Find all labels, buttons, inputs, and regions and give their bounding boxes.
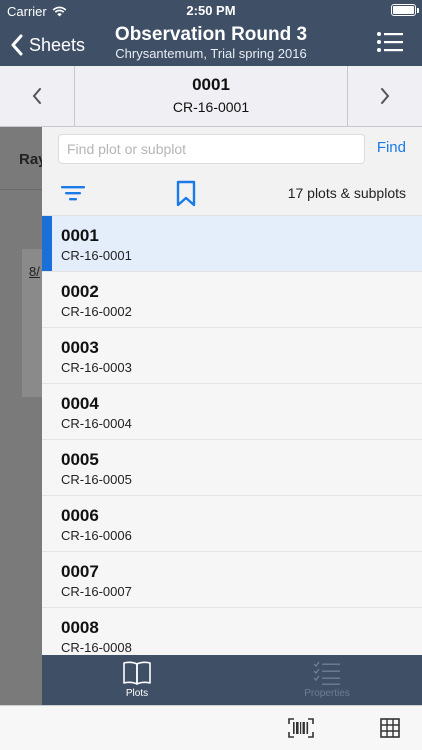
current-plot-number: 0001 xyxy=(192,75,230,94)
plot-navigator: 0001 CR-16-0001 xyxy=(0,66,422,127)
list-item[interactable]: 0004 CR-16-0004 xyxy=(42,384,422,440)
panel-tab-bar: Plots Properties xyxy=(42,655,422,705)
list-item[interactable]: 0002 CR-16-0002 xyxy=(42,272,422,328)
grid-view-button[interactable] xyxy=(380,718,400,738)
checklist-icon xyxy=(313,661,340,685)
list-item[interactable]: 0008 CR-16-0008 xyxy=(42,608,422,655)
barcode-scan-icon xyxy=(288,718,314,738)
current-plot-code: CR-16-0001 xyxy=(172,99,250,115)
plot-list-panel: Find 17 plots & subplots 0001CR-16-00010… xyxy=(42,127,422,705)
previous-plot-button[interactable] xyxy=(0,66,75,126)
battery-icon xyxy=(391,4,419,16)
bookmark-button[interactable] xyxy=(175,180,197,207)
plot-number: 0003 xyxy=(61,338,99,357)
back-button[interactable]: Sheets xyxy=(10,30,85,60)
list-item[interactable]: 0003 CR-16-0003 xyxy=(42,328,422,384)
nav-title-group: Observation Round 3 Chrysantemum, Trial … xyxy=(90,24,332,62)
filter-button[interactable] xyxy=(60,181,86,205)
plot-code: CR-16-0007 xyxy=(61,584,132,599)
book-icon xyxy=(123,661,151,685)
plot-list: 0001 CR-16-0001 0002 CR-16-0002 0003 CR-16-00… xyxy=(42,216,422,655)
bookmark-icon xyxy=(176,180,196,207)
plot-code: CR-16-0008 xyxy=(61,640,132,655)
find-button[interactable]: Find xyxy=(377,139,406,156)
current-plot[interactable]: 0001 CR-16-0001 xyxy=(75,66,347,126)
plot-code: CR-16-0003 xyxy=(61,360,132,375)
plot-number: 0005 xyxy=(61,450,99,469)
plot-number: 0007 xyxy=(61,562,99,581)
status-bar: Carrier 2:50 PM xyxy=(0,0,422,22)
list-menu-icon xyxy=(377,32,403,52)
page-subtitle: Chrysantemum, Trial spring 2016 xyxy=(115,46,307,61)
plot-code: CR-16-0002 xyxy=(61,304,132,319)
list-item[interactable]: 0007 CR-16-0007 xyxy=(42,552,422,608)
tab-plots-label: Plots xyxy=(125,688,149,699)
plot-count-label: 17 plots & subplots xyxy=(287,185,406,201)
list-item[interactable]: 0005 CR-16-0005 xyxy=(42,440,422,496)
filter-icon xyxy=(61,186,85,201)
chevron-left-icon xyxy=(32,88,41,104)
tab-plots-icon-wrap xyxy=(42,660,232,688)
plot-code: CR-16-0005 xyxy=(61,472,132,487)
page-title: Observation Round 3 xyxy=(114,24,308,45)
plot-number: 0006 xyxy=(61,506,99,525)
background-date: 8/ xyxy=(29,264,40,279)
plot-number: 0002 xyxy=(61,282,99,301)
plot-number: 0008 xyxy=(61,618,99,637)
search-bar: Find xyxy=(42,127,422,171)
tab-properties[interactable]: Properties xyxy=(232,655,422,705)
list-item[interactable]: 0006 CR-16-0006 xyxy=(42,496,422,552)
battery-level-fill xyxy=(393,6,414,14)
next-plot-button[interactable] xyxy=(347,66,422,126)
menu-button[interactable] xyxy=(376,30,404,54)
navigation-bar: Carrier 2:50 PM Sheets Observation Round… xyxy=(0,0,422,66)
list-toolbar: 17 plots & subplots xyxy=(42,171,422,216)
list-item[interactable]: 0001 CR-16-0001 xyxy=(42,216,422,272)
tab-properties-label: Properties xyxy=(304,688,350,699)
tab-plots[interactable]: Plots xyxy=(42,655,232,705)
status-time: 2:50 PM xyxy=(186,3,236,18)
plot-code: CR-16-0001 xyxy=(61,248,132,263)
grid-icon xyxy=(380,718,400,738)
chevron-right-icon xyxy=(381,88,390,104)
bottom-toolbar xyxy=(0,705,422,750)
back-button-label: Sheets xyxy=(29,34,86,55)
search-input[interactable] xyxy=(58,134,365,164)
plot-number: 0004 xyxy=(61,394,99,413)
plot-number: 0001 xyxy=(61,226,99,245)
plot-code: CR-16-0004 xyxy=(61,416,132,431)
chevron-left-icon xyxy=(11,34,23,56)
barcode-scan-button[interactable] xyxy=(288,718,314,738)
tab-properties-icon-wrap xyxy=(232,660,422,688)
plot-code: CR-16-0006 xyxy=(61,528,132,543)
